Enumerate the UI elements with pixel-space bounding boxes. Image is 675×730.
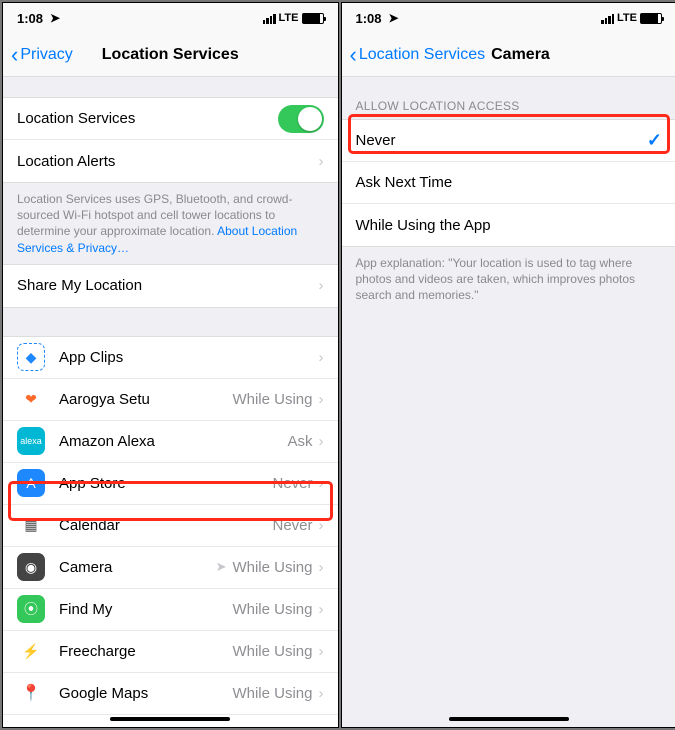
signal-bars-icon: [263, 13, 276, 24]
row-label: Location Alerts: [17, 153, 319, 170]
footer-text: App explanation: "Your location is used …: [342, 247, 675, 312]
app-icon: ◉: [17, 553, 45, 581]
row-label: Share My Location: [17, 277, 319, 294]
checkmark-icon: ✓: [647, 130, 662, 151]
screen-location-services: 1:08 ➤ LTE ‹ Privacy Location Services L…: [2, 2, 339, 728]
chevron-right-icon: ›: [319, 391, 324, 408]
home-indicator: [110, 717, 230, 721]
app-row[interactable]: ❤ Aarogya SetuWhile Using ›: [3, 379, 338, 421]
row-location-services-toggle[interactable]: Location Services: [3, 98, 338, 140]
chevron-right-icon: ›: [319, 475, 324, 492]
app-name: Freecharge: [59, 643, 232, 660]
content: Location Services Location Alerts › Loca…: [3, 77, 338, 727]
location-option-row[interactable]: Never✓: [342, 120, 675, 162]
chevron-right-icon: ›: [319, 349, 324, 366]
network-label: LTE: [617, 12, 637, 24]
nav-bar: ‹ Location Services Camera: [342, 33, 675, 77]
network-label: LTE: [279, 12, 299, 24]
screen-camera-location: 1:08 ➤ LTE ‹ Location Services Camera Al…: [341, 2, 675, 728]
app-name: Camera: [59, 559, 216, 576]
chevron-left-icon: ‹: [11, 44, 18, 66]
app-row[interactable]: 📍 Google MapsWhile Using ›: [3, 673, 338, 715]
section-header: Allow Location Access: [342, 77, 675, 119]
location-arrow-icon: ➤: [50, 11, 60, 25]
option-label: Ask Next Time: [356, 174, 663, 191]
app-name: Aarogya Setu: [59, 391, 232, 408]
app-detail: While Using: [232, 601, 312, 618]
app-detail: While Using: [232, 643, 312, 660]
chevron-right-icon: ›: [319, 685, 324, 702]
app-name: App Clips: [59, 349, 319, 366]
chevron-right-icon: ›: [319, 517, 324, 534]
location-arrow-icon: ➤: [389, 11, 399, 25]
chevron-right-icon: ›: [319, 601, 324, 618]
back-button[interactable]: ‹ Location Services: [350, 44, 486, 66]
app-row[interactable]: ◉ Camera➤ While Using ›: [3, 547, 338, 589]
option-label: Never: [356, 132, 647, 149]
location-options-list: Never✓ Ask Next Time While Using the App: [342, 119, 675, 247]
app-name: Google Maps: [59, 685, 232, 702]
row-share-my-location[interactable]: Share My Location ›: [3, 265, 338, 307]
app-row[interactable]: ⚡ FreechargeWhile Using ›: [3, 631, 338, 673]
app-detail: Never: [272, 517, 312, 534]
chevron-right-icon: ›: [319, 643, 324, 660]
app-icon: ▦: [17, 511, 45, 539]
battery-icon: [640, 13, 662, 24]
app-icon: alexa: [17, 427, 45, 455]
location-arrow-icon: ➤: [216, 559, 227, 575]
status-time: 1:08: [17, 11, 43, 26]
status-bar: 1:08 ➤ LTE: [3, 3, 338, 33]
app-name: Calendar: [59, 517, 272, 534]
option-label: While Using the App: [356, 217, 663, 234]
battery-icon: [302, 13, 324, 24]
chevron-left-icon: ‹: [350, 44, 357, 66]
toggle-on-icon[interactable]: [278, 105, 324, 133]
apps-list: ◆App Clips›❤Aarogya SetuWhile Using›alex…: [3, 336, 338, 727]
home-indicator: [449, 717, 569, 721]
app-detail: While Using: [232, 685, 312, 702]
back-label: Privacy: [20, 46, 72, 64]
status-indicators: LTE: [601, 12, 662, 24]
status-bar: 1:08 ➤ LTE: [342, 3, 675, 33]
app-detail: While Using: [232, 391, 312, 408]
app-row[interactable]: ⦿ Find MyWhile Using ›: [3, 589, 338, 631]
app-icon: 📍: [17, 679, 45, 707]
back-label: Location Services: [359, 46, 485, 64]
content: Allow Location Access Never✓ Ask Next Tim…: [342, 77, 675, 727]
app-icon: A: [17, 469, 45, 497]
app-row[interactable]: A App StoreNever ›: [3, 463, 338, 505]
status-indicators: LTE: [263, 12, 324, 24]
app-row[interactable]: ▦ CalendarNever ›: [3, 505, 338, 547]
signal-bars-icon: [601, 13, 614, 24]
status-time: 1:08: [356, 11, 382, 26]
app-name: Find My: [59, 601, 232, 618]
chevron-right-icon: ›: [319, 277, 324, 294]
app-icon: ❤: [17, 385, 45, 413]
app-icon: ◆: [17, 343, 45, 371]
page-title: Camera: [491, 46, 550, 64]
footer-text: Location Services uses GPS, Bluetooth, a…: [3, 183, 338, 264]
chevron-right-icon: ›: [319, 433, 324, 450]
app-name: App Store: [59, 475, 272, 492]
row-location-alerts[interactable]: Location Alerts ›: [3, 140, 338, 182]
nav-bar: ‹ Privacy Location Services: [3, 33, 338, 77]
app-row[interactable]: alexa Amazon AlexaAsk ›: [3, 421, 338, 463]
chevron-right-icon: ›: [319, 559, 324, 576]
location-option-row[interactable]: Ask Next Time: [342, 162, 675, 204]
back-button[interactable]: ‹ Privacy: [11, 44, 73, 66]
app-icon: ⚡: [17, 637, 45, 665]
app-detail: Ask: [287, 433, 312, 450]
app-detail: Never: [272, 475, 312, 492]
app-name: Amazon Alexa: [59, 433, 287, 450]
row-label: Location Services: [17, 110, 278, 127]
app-icon: ⦿: [17, 595, 45, 623]
app-detail: While Using: [232, 559, 312, 576]
app-row[interactable]: ◆ App Clips›: [3, 337, 338, 379]
location-option-row[interactable]: While Using the App: [342, 204, 675, 246]
app-icon: G: [17, 721, 45, 727]
chevron-right-icon: ›: [319, 153, 324, 170]
